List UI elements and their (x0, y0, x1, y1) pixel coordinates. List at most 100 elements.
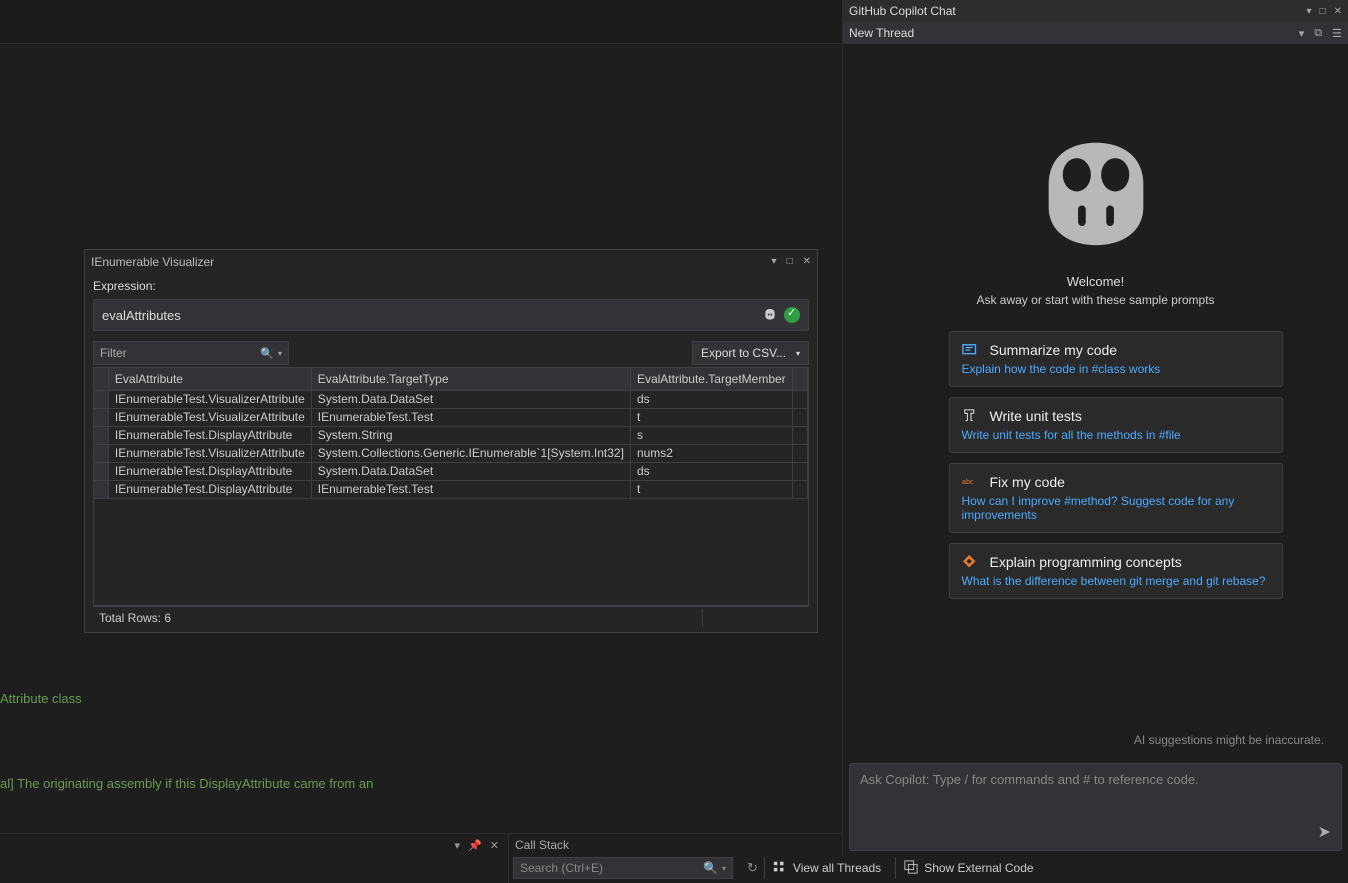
pin-icon[interactable]: 📌 (468, 839, 482, 852)
grid-footer: Total Rows: 6 (93, 606, 809, 628)
table-cell: IEnumerableTest.Test (311, 480, 630, 498)
chevron-down-icon[interactable]: ▾ (278, 349, 282, 358)
welcome-subtext: Ask away or start with these sample prom… (976, 293, 1214, 307)
card-title: Write unit tests (990, 408, 1082, 424)
export-csv-button[interactable]: Export to CSV... ▾ (692, 341, 809, 365)
row-expander-cell[interactable] (94, 480, 108, 498)
table-cell: IEnumerableTest.DisplayAttribute (108, 462, 311, 480)
dropdown-icon[interactable]: ▾ (1307, 6, 1312, 17)
search-placeholder: Search (Ctrl+E) (520, 861, 703, 875)
dialog-titlebar[interactable]: IEnumerable Visualizer ▾ □ ✕ (85, 250, 817, 273)
card-icon (962, 554, 980, 570)
maximize-icon[interactable]: □ (787, 256, 793, 267)
table-cell-empty (792, 390, 807, 408)
threads-icon (773, 860, 787, 877)
table-cell: System.Collections.Generic.IEnumerable`1… (311, 444, 630, 462)
editor-top-bar (0, 0, 842, 44)
show-external-code-button[interactable]: Show External Code (895, 857, 1041, 879)
thread-bar: New Thread ▾ ⧉ ☰ (843, 22, 1348, 44)
table-cell: IEnumerableTest.VisualizerAttribute (108, 390, 311, 408)
search-icon: 🔍 (260, 347, 274, 360)
card-icon (962, 342, 980, 358)
prompt-card[interactable]: abc Fix my code How can I improve #metho… (949, 463, 1283, 533)
copilot-title: GitHub Copilot Chat (849, 4, 1307, 18)
refresh-icon[interactable]: ↻ (747, 860, 758, 876)
ai-disclaimer: AI suggestions might be inaccurate. (863, 727, 1328, 753)
table-row[interactable]: IEnumerableTest.VisualizerAttributeSyste… (94, 390, 808, 408)
code-line: al] The originating assembly if this Dis… (0, 775, 373, 792)
table-cell: IEnumerableTest.VisualizerAttribute (108, 408, 311, 426)
table-cell: IEnumerableTest.VisualizerAttribute (108, 444, 311, 462)
settings-list-icon[interactable]: ☰ (1332, 27, 1342, 40)
table-cell: System.Data.DataSet (311, 462, 630, 480)
code-lines: Attribute class al] The originating asse… (0, 656, 373, 833)
search-icon: 🔍 (703, 861, 718, 875)
table-row[interactable]: IEnumerableTest.VisualizerAttributeSyste… (94, 444, 808, 462)
table-cell-empty (792, 462, 807, 480)
view-all-threads-button[interactable]: View all Threads (764, 857, 889, 879)
prompt-card[interactable]: Write unit tests Write unit tests for al… (949, 397, 1283, 453)
filter-input[interactable]: Filter 🔍 ▾ (93, 341, 289, 365)
data-grid[interactable]: EvalAttribute EvalAttribute.TargetType E… (93, 367, 809, 606)
table-cell-empty (792, 444, 807, 462)
thread-label[interactable]: New Thread (849, 26, 1299, 40)
ienumerable-visualizer-dialog: IEnumerable Visualizer ▾ □ ✕ Expression:… (84, 249, 818, 633)
table-cell: IEnumerableTest.DisplayAttribute (108, 426, 311, 444)
close-icon[interactable]: ✕ (803, 256, 811, 267)
valid-check-icon (784, 307, 800, 323)
expression-box: evalAttributes (93, 299, 809, 331)
card-title: Explain programming concepts (990, 554, 1182, 570)
card-icon: abc (962, 474, 980, 490)
prompt-card[interactable]: Explain programming concepts What is the… (949, 543, 1283, 599)
dropdown-icon[interactable]: ▾ (772, 256, 777, 267)
close-icon[interactable]: ✕ (490, 839, 499, 852)
send-icon[interactable]: ➤ (1318, 822, 1331, 842)
card-subtitle: Explain how the code in #class works (962, 362, 1270, 376)
column-header[interactable]: EvalAttribute (108, 368, 311, 390)
table-cell: t (630, 408, 792, 426)
maximize-icon[interactable]: □ (1320, 6, 1326, 17)
row-expander-header (94, 368, 108, 390)
table-cell: ds (630, 462, 792, 480)
dropdown-icon[interactable]: ▾ (455, 839, 461, 852)
prompt-card[interactable]: Summarize my code Explain how the code i… (949, 331, 1283, 387)
filter-placeholder: Filter (100, 346, 260, 360)
call-stack-search[interactable]: Search (Ctrl+E) 🔍 ▾ (513, 857, 733, 879)
chevron-down-icon[interactable]: ▾ (722, 864, 726, 873)
table-cell: nums2 (630, 444, 792, 462)
new-thread-icon[interactable]: ⧉ (1314, 27, 1322, 40)
table-row[interactable]: IEnumerableTest.VisualizerAttributeIEnum… (94, 408, 808, 426)
column-header-empty (792, 368, 807, 390)
row-expander-cell[interactable] (94, 390, 108, 408)
external-code-icon (904, 860, 918, 877)
column-header[interactable]: EvalAttribute.TargetType (311, 368, 630, 390)
card-subtitle: Write unit tests for all the methods in … (962, 428, 1270, 442)
table-cell-empty (792, 480, 807, 498)
card-icon (962, 408, 980, 424)
table-cell: System.String (311, 426, 630, 444)
copilot-icon[interactable] (762, 307, 778, 323)
card-subtitle: How can I improve #method? Suggest code … (962, 494, 1270, 522)
row-expander-cell[interactable] (94, 462, 108, 480)
close-icon[interactable]: ✕ (1334, 6, 1342, 17)
card-title: Fix my code (990, 474, 1065, 490)
dialog-title: IEnumerable Visualizer (91, 255, 772, 269)
table-row[interactable]: IEnumerableTest.DisplayAttributeSystem.S… (94, 426, 808, 444)
column-header[interactable]: EvalAttribute.TargetMember (630, 368, 792, 390)
copilot-logo-icon (1032, 134, 1160, 254)
row-expander-cell[interactable] (94, 444, 108, 462)
row-expander-cell[interactable] (94, 426, 108, 444)
card-subtitle: What is the difference between git merge… (962, 574, 1270, 588)
bottom-left-panel: ▾ 📌 ✕ (0, 833, 505, 883)
expression-label: Expression: (93, 279, 809, 293)
row-expander-cell[interactable] (94, 408, 108, 426)
copilot-input[interactable]: Ask Copilot: Type / for commands and # t… (849, 763, 1342, 851)
code-line: Attribute class (0, 690, 373, 707)
table-row[interactable]: IEnumerableTest.DisplayAttributeIEnumera… (94, 480, 808, 498)
table-cell: IEnumerableTest.DisplayAttribute (108, 480, 311, 498)
copilot-header[interactable]: GitHub Copilot Chat ▾ □ ✕ (843, 0, 1348, 22)
table-row[interactable]: IEnumerableTest.DisplayAttributeSystem.D… (94, 462, 808, 480)
table-cell-empty (792, 408, 807, 426)
svg-text:abc: abc (962, 477, 974, 486)
chevron-down-icon[interactable]: ▾ (1299, 27, 1305, 40)
